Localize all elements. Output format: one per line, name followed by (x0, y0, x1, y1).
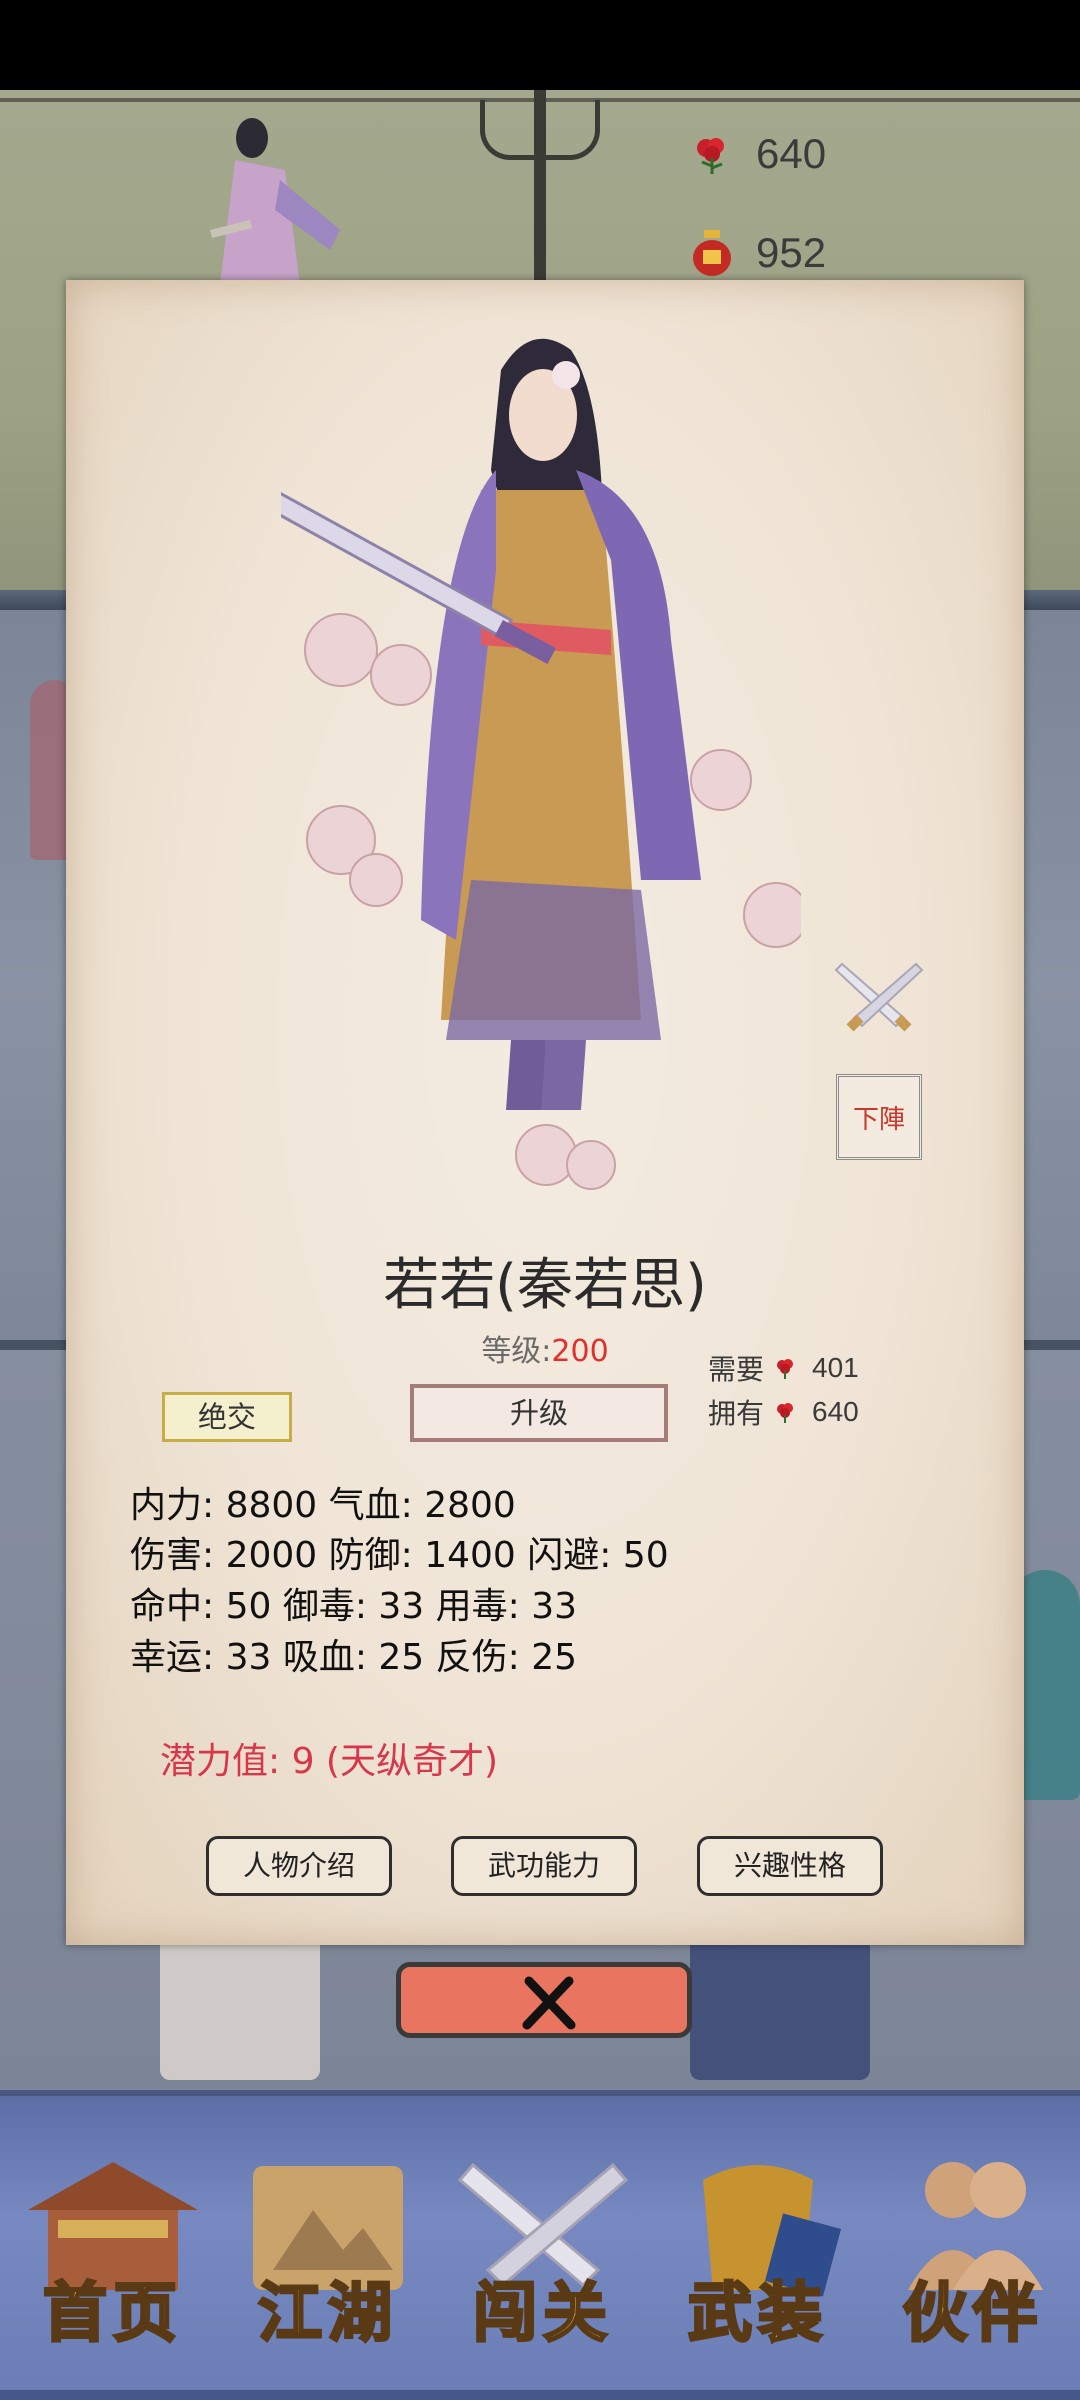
upgrade-button[interactable]: 升级 (410, 1384, 668, 1442)
stat-line: 伤害: 2000 防御: 1400 闪避: 50 (130, 1535, 669, 1576)
break-ties-button[interactable]: 绝交 (162, 1392, 292, 1442)
formation-button[interactable]: 下陣 (836, 1074, 922, 1160)
need-value: 401 (812, 1352, 859, 1383)
nav-jianghu-label: 江湖 (257, 2275, 398, 2353)
close-icon (522, 1976, 576, 2030)
wine-resource: 952 (690, 228, 826, 278)
stat-line: 命中: 50 御毒: 33 用毒: 33 (130, 1586, 578, 1627)
level-value: 200 (551, 1334, 609, 1369)
crossed-swords-icon[interactable] (834, 956, 924, 1036)
nav-partner[interactable]: 伙伴 (878, 2150, 1068, 2353)
character-name: 若若(秦若思) (383, 1253, 707, 1318)
red-flower-icon (777, 1403, 794, 1423)
have-value: 640 (812, 1396, 859, 1427)
red-flower-icon (777, 1359, 794, 1379)
wine-count: 952 (756, 229, 827, 276)
formation-label: 下陣 (852, 1104, 905, 1135)
tab-martial-abilities[interactable]: 武功能力 (451, 1836, 637, 1896)
upgrade-have-row: 拥有 640 (708, 1392, 859, 1432)
upgrade-need-row: 需要 401 (708, 1348, 859, 1388)
close-button[interactable] (396, 1962, 692, 2038)
flower-resource: 640 (690, 130, 826, 178)
stat-line: 幸运: 33 吸血: 25 反伤: 25 (130, 1637, 578, 1678)
wine-jar-icon (693, 230, 731, 276)
red-flower-icon (697, 138, 724, 174)
status-bar (0, 0, 1080, 90)
nav-equipment-label: 武装 (687, 2275, 828, 2353)
need-label: 需要 (708, 1353, 765, 1386)
nav-jianghu[interactable]: 江湖 (233, 2150, 423, 2353)
stat-line: 内力: 8800 气血: 2800 (130, 1485, 516, 1526)
background-lady-figure (210, 118, 340, 285)
nav-equipment[interactable]: 武装 (663, 2150, 853, 2353)
potential-value: 潜力值: 9 (天纵奇才) (160, 1741, 499, 1782)
flower-count: 640 (756, 130, 827, 177)
nav-home-label: 首页 (42, 2275, 183, 2353)
tab-character-intro[interactable]: 人物介绍 (206, 1836, 392, 1896)
character-portrait (281, 338, 801, 1190)
nav-challenge-label: 闯关 (472, 2275, 613, 2353)
nav-partner-label: 伙伴 (902, 2275, 1043, 2353)
have-label: 拥有 (708, 1397, 765, 1430)
nav-home[interactable]: 首页 (18, 2150, 208, 2353)
level-label: 等级: (481, 1334, 552, 1369)
tab-interests-personality[interactable]: 兴趣性格 (697, 1836, 883, 1896)
character-detail-dialog: 下陣 若若(秦若思) 等级:200 需要 401 拥有 640 绝交 升级 内力… (66, 280, 1024, 1945)
nav-challenge[interactable]: 闯关 (448, 2150, 638, 2353)
character-level: 等级:200 (66, 1326, 1024, 1370)
